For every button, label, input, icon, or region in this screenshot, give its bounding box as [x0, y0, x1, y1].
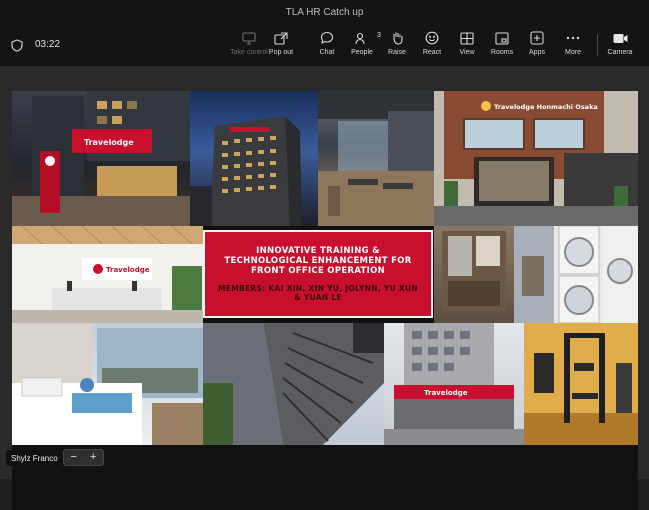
rooms-icon: [495, 31, 509, 45]
people-icon: [355, 32, 365, 44]
hotel-lobby-photo: Travelodge: [12, 226, 203, 323]
react-button[interactable]: React: [415, 30, 449, 62]
pop-out-button[interactable]: Pop out: [264, 30, 298, 62]
window-title: TLA HR Catch up: [285, 6, 364, 18]
view-icon: [460, 31, 474, 45]
slide-members: MEMBERS: KAI XIN, XIN YU, JOLYNN, YU XUN…: [218, 284, 418, 302]
meeting-toolbar: 03:22 Take control Pop out Chat 3 People…: [0, 24, 649, 66]
shared-content-stage: Travelodge Travelodge Honmachi Osaka Tra…: [0, 66, 649, 510]
rooms-button[interactable]: Rooms: [485, 30, 519, 62]
zoom-in-button[interactable]: +: [85, 450, 101, 465]
presenter-name: Shylz Franco: [11, 453, 58, 463]
camera-icon: [613, 33, 627, 43]
hotel-building-upshot-photo: [203, 323, 384, 445]
toolbar-divider: [597, 34, 598, 56]
more-icon: [566, 36, 580, 40]
slide-title-box: INNOVATIVE TRAINING & TECHNOLOGICAL ENHA…: [203, 230, 433, 318]
presentation-slide[interactable]: Travelodge Travelodge Honmachi Osaka Tra…: [12, 91, 638, 510]
react-icon: [425, 31, 439, 45]
title-bar: TLA HR Catch up: [0, 0, 649, 24]
shield-icon[interactable]: [11, 39, 23, 52]
apps-button[interactable]: Apps: [520, 30, 554, 62]
take-control-button[interactable]: Take control: [230, 30, 268, 62]
meeting-timer: 03:22: [35, 39, 61, 50]
zoom-out-button[interactable]: −: [66, 450, 82, 465]
osaka-sign-text: Travelodge Honmachi Osaka: [494, 103, 598, 111]
laundry-room-photo: [514, 226, 638, 323]
chat-icon: [320, 31, 334, 45]
apps-icon: [530, 31, 544, 45]
hotel-tower-photo: [190, 91, 318, 226]
hotel-sign-text: Travelodge: [84, 138, 134, 147]
view-button[interactable]: View: [450, 30, 484, 62]
gym-photo: [524, 323, 638, 445]
osaka-hotel-entrance-photo: Travelodge Honmachi Osaka: [434, 91, 638, 226]
hotel-lounge-photo: [318, 91, 434, 226]
zoom-controls: − +: [63, 449, 104, 466]
presenter-name-label: Shylz Franco: [6, 450, 63, 466]
people-button[interactable]: 3 People: [345, 30, 381, 62]
slide-title: INNOVATIVE TRAINING & TECHNOLOGICAL ENHA…: [224, 246, 412, 276]
street-sign-text: Travelodge: [424, 389, 468, 397]
hotel-facade-photo: Travelodge: [12, 91, 190, 226]
take-control-icon: [242, 31, 256, 45]
raise-hand-icon: [392, 32, 403, 45]
guest-room-photo: [12, 323, 203, 445]
lobby-sign-text: Travelodge: [106, 266, 150, 274]
street-view-photo: Travelodge: [384, 323, 524, 445]
pop-out-icon: [274, 31, 288, 45]
chat-button[interactable]: Chat: [310, 30, 344, 62]
camera-button[interactable]: Camera: [603, 30, 637, 62]
more-button[interactable]: More: [556, 30, 590, 62]
wardrobe-photo: [434, 226, 514, 323]
raise-hand-button[interactable]: Raise: [380, 30, 414, 62]
